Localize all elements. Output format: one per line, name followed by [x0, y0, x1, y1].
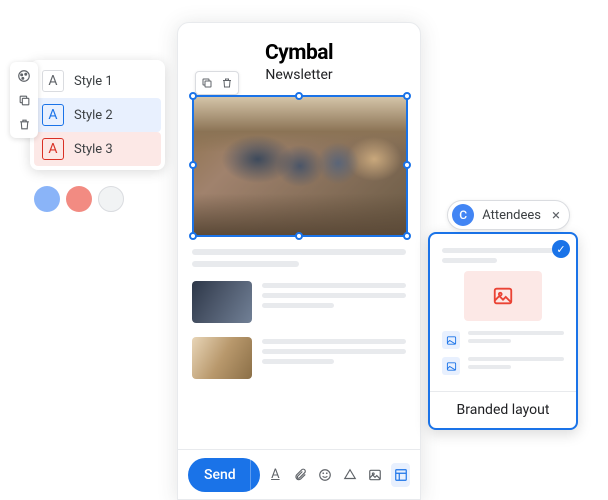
- hero-image[interactable]: [192, 95, 408, 237]
- check-icon: ✓: [552, 240, 570, 258]
- send-button-group: Send ▼: [188, 458, 260, 492]
- color-swatch-red[interactable]: [66, 186, 92, 212]
- chip-avatar: C: [452, 204, 474, 226]
- drive-icon[interactable]: [341, 463, 360, 487]
- placeholder-line: [468, 339, 511, 343]
- resize-handle[interactable]: [189, 232, 197, 240]
- resize-handle[interactable]: [403, 232, 411, 240]
- placeholder-line: [442, 258, 497, 263]
- mini-image-icon: [442, 357, 460, 375]
- send-button[interactable]: Send: [188, 458, 250, 492]
- mini-image-icon: [442, 331, 460, 349]
- list-item: [192, 281, 406, 323]
- floating-tool-strip: [10, 62, 38, 138]
- image-placeholder: [464, 271, 542, 321]
- resize-handle[interactable]: [189, 92, 197, 100]
- placeholder-line: [468, 365, 511, 369]
- thumbnail-image[interactable]: [192, 281, 252, 323]
- thumbnail-image[interactable]: [192, 337, 252, 379]
- chip-label: Attendees: [482, 208, 541, 223]
- color-swatch-light[interactable]: [98, 186, 124, 212]
- placeholder-line: [192, 261, 299, 267]
- placeholder-line: [262, 339, 406, 344]
- style-label: Style 1: [74, 74, 113, 89]
- placeholder-line: [442, 248, 564, 253]
- close-icon[interactable]: ×: [549, 206, 563, 224]
- selected-image-container: [192, 95, 406, 237]
- emoji-icon[interactable]: [316, 463, 335, 487]
- brand-name: Cymbal: [192, 41, 406, 65]
- layout-list-item: [442, 331, 564, 349]
- selection-toolbar: [195, 71, 239, 95]
- style-label: Style 3: [74, 142, 113, 157]
- style-option-3[interactable]: A Style 3: [34, 132, 161, 166]
- resize-handle[interactable]: [403, 92, 411, 100]
- placeholder-line: [468, 357, 564, 361]
- style-swatch: A: [42, 138, 64, 160]
- delete-icon[interactable]: [218, 74, 236, 92]
- copy-icon[interactable]: [14, 90, 34, 110]
- compose-toolbar: Send ▼ A: [178, 449, 420, 499]
- delete-icon[interactable]: [14, 114, 34, 134]
- style-swatch: A: [42, 104, 64, 126]
- placeholder-line: [262, 293, 406, 298]
- placeholder-line: [262, 359, 334, 364]
- palette-icon[interactable]: [14, 66, 34, 86]
- layouts-icon[interactable]: [391, 463, 410, 487]
- style-menu: A Style 1 A Style 2 A Style 3: [30, 60, 165, 170]
- placeholder-line: [192, 249, 406, 255]
- style-option-2[interactable]: A Style 2: [34, 98, 161, 132]
- resize-handle[interactable]: [295, 232, 303, 240]
- color-swatch-blue[interactable]: [34, 186, 60, 212]
- placeholder-line: [262, 349, 406, 354]
- placeholder-line: [262, 303, 334, 308]
- style-option-1[interactable]: A Style 1: [34, 64, 161, 98]
- attach-icon[interactable]: [291, 463, 310, 487]
- send-dropdown[interactable]: ▼: [250, 458, 260, 492]
- resize-handle[interactable]: [403, 161, 411, 169]
- newsletter-preview: Cymbal Newsletter: [177, 22, 421, 500]
- placeholder-line: [262, 283, 406, 288]
- resize-handle[interactable]: [189, 161, 197, 169]
- placeholder-line: [468, 331, 564, 335]
- style-label: Style 2: [74, 108, 113, 123]
- layout-card[interactable]: ✓ Branded layout: [428, 232, 578, 430]
- style-swatch: A: [42, 70, 64, 92]
- format-icon[interactable]: A: [266, 463, 285, 487]
- layout-title: Branded layout: [430, 391, 576, 428]
- resize-handle[interactable]: [295, 92, 303, 100]
- copy-icon[interactable]: [198, 74, 216, 92]
- image-icon[interactable]: [366, 463, 385, 487]
- layout-list-item: [442, 357, 564, 375]
- attendees-chip[interactable]: C Attendees ×: [447, 200, 570, 230]
- color-swatches: [34, 186, 124, 212]
- list-item: [192, 337, 406, 379]
